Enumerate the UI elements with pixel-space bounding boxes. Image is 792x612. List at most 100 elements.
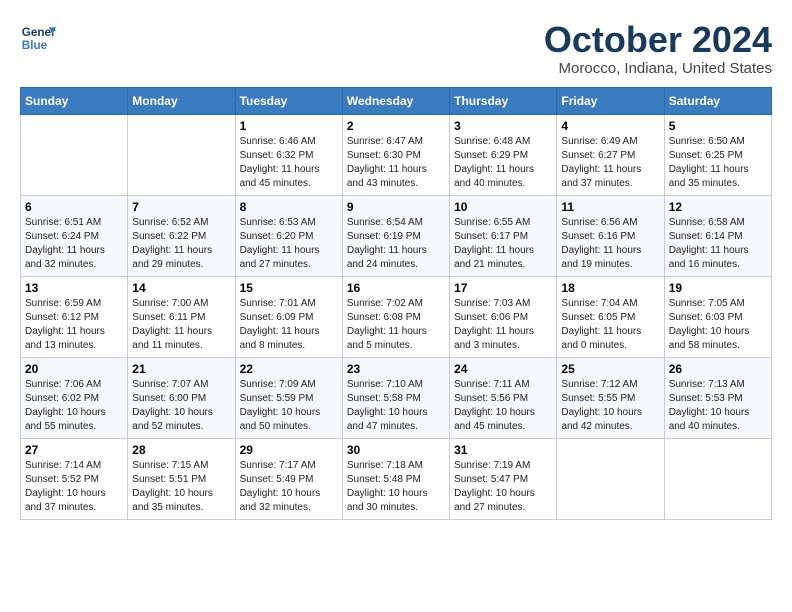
calendar-cell — [128, 114, 235, 195]
day-detail: Sunrise: 6:52 AMSunset: 6:22 PMDaylight:… — [132, 216, 230, 272]
day-detail: Sunrise: 7:10 AMSunset: 5:58 PMDaylight:… — [347, 378, 445, 434]
day-detail: Sunrise: 7:19 AMSunset: 5:47 PMDaylight:… — [454, 459, 552, 515]
day-detail: Sunrise: 7:00 AMSunset: 6:11 PMDaylight:… — [132, 297, 230, 353]
day-number: 2 — [347, 119, 445, 133]
calendar-cell: 23 Sunrise: 7:10 AMSunset: 5:58 PMDayligh… — [342, 357, 449, 438]
calendar-cell: 27 Sunrise: 7:14 AMSunset: 5:52 PMDayligh… — [21, 438, 128, 519]
day-number: 20 — [25, 362, 123, 376]
day-number: 13 — [25, 281, 123, 295]
calendar-week-5: 27 Sunrise: 7:14 AMSunset: 5:52 PMDayligh… — [21, 438, 772, 519]
calendar-cell: 24 Sunrise: 7:11 AMSunset: 5:56 PMDayligh… — [450, 357, 557, 438]
day-detail: Sunrise: 6:54 AMSunset: 6:19 PMDaylight:… — [347, 216, 445, 272]
day-number: 24 — [454, 362, 552, 376]
day-number: 18 — [561, 281, 659, 295]
day-detail: Sunrise: 7:02 AMSunset: 6:08 PMDaylight:… — [347, 297, 445, 353]
calendar-cell: 22 Sunrise: 7:09 AMSunset: 5:59 PMDayligh… — [235, 357, 342, 438]
calendar-week-2: 6Sunrise: 6:51 AMSunset: 6:24 PMDaylight… — [21, 195, 772, 276]
day-number: 17 — [454, 281, 552, 295]
calendar-cell: 21 Sunrise: 7:07 AMSunset: 6:00 PMDayligh… — [128, 357, 235, 438]
calendar-cell — [557, 438, 664, 519]
calendar-cell — [664, 438, 771, 519]
calendar-cell: 29Sunrise: 7:17 AMSunset: 5:49 PMDayligh… — [235, 438, 342, 519]
day-number: 12 — [669, 200, 767, 214]
day-number: 31 — [454, 443, 552, 457]
calendar-cell: 13 Sunrise: 6:59 AMSunset: 6:12 PMDayligh… — [21, 276, 128, 357]
calendar-cell — [21, 114, 128, 195]
calendar-cell: 1 Sunrise: 6:46 AMSunset: 6:32 PMDaylight… — [235, 114, 342, 195]
calendar-cell: 6Sunrise: 6:51 AMSunset: 6:24 PMDaylight… — [21, 195, 128, 276]
calendar-cell: 5Sunrise: 6:50 AMSunset: 6:25 PMDaylight… — [664, 114, 771, 195]
calendar-cell: 3 Sunrise: 6:48 AMSunset: 6:29 PMDaylight… — [450, 114, 557, 195]
calendar-cell: 19Sunrise: 7:05 AMSunset: 6:03 PMDayligh… — [664, 276, 771, 357]
calendar-cell: 14 Sunrise: 7:00 AMSunset: 6:11 PMDayligh… — [128, 276, 235, 357]
day-detail: Sunrise: 7:11 AMSunset: 5:56 PMDaylight:… — [454, 378, 552, 434]
day-number: 28 — [132, 443, 230, 457]
calendar-cell: 30Sunrise: 7:18 AMSunset: 5:48 PMDayligh… — [342, 438, 449, 519]
day-number: 30 — [347, 443, 445, 457]
day-detail: Sunrise: 6:53 AMSunset: 6:20 PMDaylight:… — [240, 216, 338, 272]
svg-text:Blue: Blue — [22, 39, 48, 52]
calendar-cell: 10 Sunrise: 6:55 AMSunset: 6:17 PMDayligh… — [450, 195, 557, 276]
day-detail: Sunrise: 6:58 AMSunset: 6:14 PMDaylight:… — [669, 216, 767, 272]
calendar-cell: 8Sunrise: 6:53 AMSunset: 6:20 PMDaylight… — [235, 195, 342, 276]
day-number: 22 — [240, 362, 338, 376]
day-number: 15 — [240, 281, 338, 295]
day-number: 25 — [561, 362, 659, 376]
day-detail: Sunrise: 7:13 AMSunset: 5:53 PMDaylight:… — [669, 378, 767, 434]
weekday-header-sunday: Sunday — [21, 87, 128, 114]
calendar-cell: 16Sunrise: 7:02 AMSunset: 6:08 PMDayligh… — [342, 276, 449, 357]
day-number: 27 — [25, 443, 123, 457]
calendar-cell: 17 Sunrise: 7:03 AMSunset: 6:06 PMDayligh… — [450, 276, 557, 357]
day-number: 23 — [347, 362, 445, 376]
day-detail: Sunrise: 7:14 AMSunset: 5:52 PMDaylight:… — [25, 459, 123, 515]
weekday-header-row: SundayMondayTuesdayWednesdayThursdayFrid… — [21, 87, 772, 114]
calendar-subtitle: Morocco, Indiana, United States — [544, 60, 772, 77]
day-detail: Sunrise: 7:09 AMSunset: 5:59 PMDaylight:… — [240, 378, 338, 434]
day-number: 1 — [240, 119, 338, 133]
weekday-header-tuesday: Tuesday — [235, 87, 342, 114]
day-detail: Sunrise: 6:48 AMSunset: 6:29 PMDaylight:… — [454, 135, 552, 191]
title-block: October 2024 Morocco, Indiana, United St… — [544, 20, 772, 77]
day-number: 21 — [132, 362, 230, 376]
logo-icon: General Blue — [20, 20, 56, 56]
day-number: 10 — [454, 200, 552, 214]
day-number: 7 — [132, 200, 230, 214]
calendar-cell: 31 Sunrise: 7:19 AMSunset: 5:47 PMDayligh… — [450, 438, 557, 519]
day-detail: Sunrise: 6:51 AMSunset: 6:24 PMDaylight:… — [25, 216, 123, 272]
day-number: 26 — [669, 362, 767, 376]
day-detail: Sunrise: 6:47 AMSunset: 6:30 PMDaylight:… — [347, 135, 445, 191]
day-detail: Sunrise: 7:04 AMSunset: 6:05 PMDaylight:… — [561, 297, 659, 353]
weekday-header-wednesday: Wednesday — [342, 87, 449, 114]
day-detail: Sunrise: 6:55 AMSunset: 6:17 PMDaylight:… — [454, 216, 552, 272]
day-detail: Sunrise: 7:07 AMSunset: 6:00 PMDaylight:… — [132, 378, 230, 434]
calendar-cell: 26 Sunrise: 7:13 AMSunset: 5:53 PMDayligh… — [664, 357, 771, 438]
calendar-body: 1 Sunrise: 6:46 AMSunset: 6:32 PMDaylight… — [21, 114, 772, 519]
day-number: 5 — [669, 119, 767, 133]
day-detail: Sunrise: 6:46 AMSunset: 6:32 PMDaylight:… — [240, 135, 338, 191]
page-header: General Blue October 2024 Morocco, India… — [20, 20, 772, 77]
day-number: 29 — [240, 443, 338, 457]
day-number: 9 — [347, 200, 445, 214]
calendar-cell: 15Sunrise: 7:01 AMSunset: 6:09 PMDayligh… — [235, 276, 342, 357]
weekday-header-thursday: Thursday — [450, 87, 557, 114]
day-number: 14 — [132, 281, 230, 295]
calendar-cell: 12 Sunrise: 6:58 AMSunset: 6:14 PMDayligh… — [664, 195, 771, 276]
day-detail: Sunrise: 7:03 AMSunset: 6:06 PMDaylight:… — [454, 297, 552, 353]
day-detail: Sunrise: 7:12 AMSunset: 5:55 PMDaylight:… — [561, 378, 659, 434]
day-number: 11 — [561, 200, 659, 214]
calendar-title: October 2024 — [544, 20, 772, 60]
day-detail: Sunrise: 6:59 AMSunset: 6:12 PMDaylight:… — [25, 297, 123, 353]
day-number: 4 — [561, 119, 659, 133]
calendar-cell: 25 Sunrise: 7:12 AMSunset: 5:55 PMDayligh… — [557, 357, 664, 438]
calendar-cell: 28 Sunrise: 7:15 AMSunset: 5:51 PMDayligh… — [128, 438, 235, 519]
day-detail: Sunrise: 6:56 AMSunset: 6:16 PMDaylight:… — [561, 216, 659, 272]
weekday-header-friday: Friday — [557, 87, 664, 114]
calendar-cell: 7 Sunrise: 6:52 AMSunset: 6:22 PMDaylight… — [128, 195, 235, 276]
day-number: 3 — [454, 119, 552, 133]
calendar-cell: 4Sunrise: 6:49 AMSunset: 6:27 PMDaylight… — [557, 114, 664, 195]
calendar-cell: 9 Sunrise: 6:54 AMSunset: 6:19 PMDaylight… — [342, 195, 449, 276]
day-number: 19 — [669, 281, 767, 295]
day-detail: Sunrise: 7:15 AMSunset: 5:51 PMDaylight:… — [132, 459, 230, 515]
day-detail: Sunrise: 7:06 AMSunset: 6:02 PMDaylight:… — [25, 378, 123, 434]
calendar-table: SundayMondayTuesdayWednesdayThursdayFrid… — [20, 87, 772, 520]
